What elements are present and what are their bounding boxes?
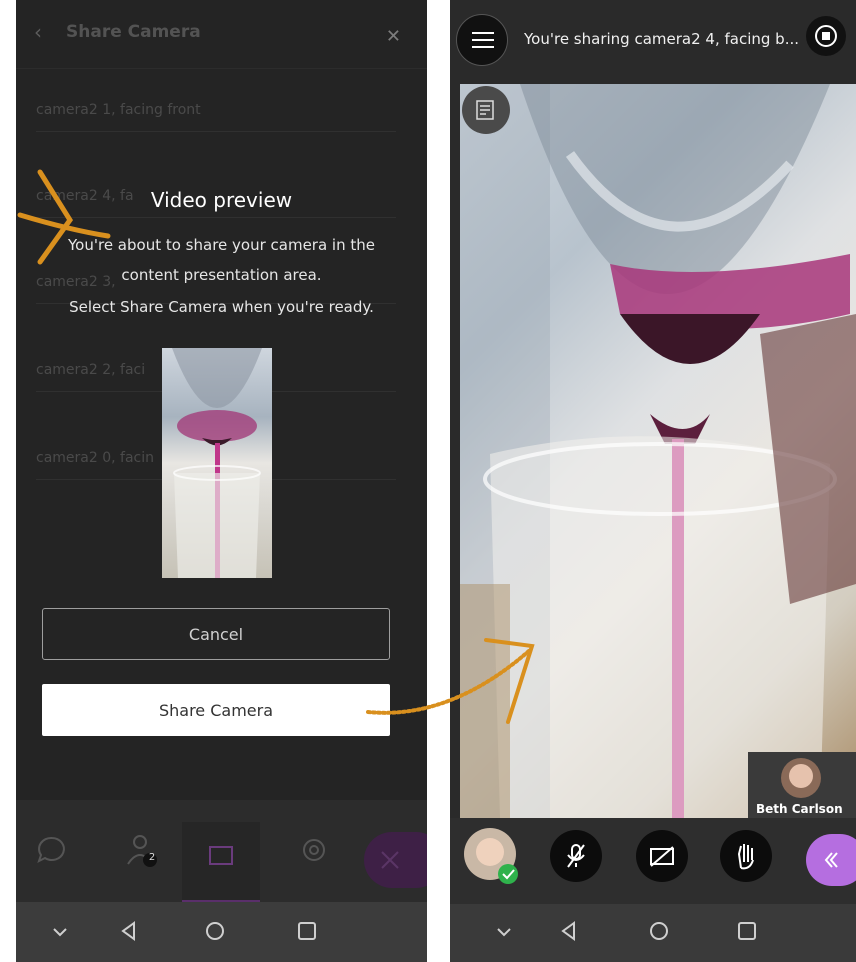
dialog-text-line: You're about to share your camera in the bbox=[68, 236, 375, 254]
collapse-icon bbox=[824, 852, 838, 868]
raise-hand-button[interactable] bbox=[720, 830, 772, 882]
camera-toggle-button[interactable] bbox=[636, 830, 688, 882]
session-top-bar: You're sharing camera2 4, facing b... bbox=[450, 0, 856, 82]
cancel-button[interactable]: Cancel bbox=[42, 608, 390, 660]
dialog-text-line: content presentation area. bbox=[121, 266, 322, 284]
captions-button[interactable] bbox=[462, 86, 510, 134]
share-camera-button[interactable]: Share Camera bbox=[42, 684, 390, 736]
nav-back-icon[interactable] bbox=[558, 920, 580, 942]
nav-down-icon[interactable] bbox=[494, 922, 514, 942]
leave-icon bbox=[381, 851, 399, 869]
leave-session-button[interactable] bbox=[364, 832, 427, 888]
participant-tile[interactable]: Beth Carlson bbox=[748, 752, 856, 820]
share-content-tab[interactable] bbox=[182, 822, 260, 903]
participant-avatar bbox=[781, 758, 821, 798]
video-preview-dialog: Video preview You're about to share your… bbox=[16, 0, 427, 800]
hamburger-icon-line bbox=[472, 39, 494, 41]
mic-toggle-button[interactable] bbox=[550, 830, 602, 882]
participants-icon[interactable] bbox=[120, 830, 160, 870]
preview-glass-illustration bbox=[172, 348, 262, 578]
left-phone: ‹ Share Camera ✕ camera2 1, facing front… bbox=[16, 0, 427, 962]
raise-hand-icon bbox=[737, 844, 754, 870]
camera-feed-glass-illustration bbox=[460, 84, 856, 818]
share-content-icon bbox=[209, 846, 233, 865]
avatar bbox=[464, 828, 518, 884]
system-nav-bar bbox=[16, 902, 427, 962]
captions-icon bbox=[476, 100, 494, 120]
chat-icon[interactable] bbox=[32, 830, 72, 870]
participants-badge: 2 bbox=[148, 852, 156, 863]
hamburger-icon bbox=[472, 32, 494, 34]
system-nav-bar bbox=[450, 904, 856, 962]
sharing-status-text: You're sharing camera2 4, facing b... bbox=[524, 30, 799, 48]
nav-down-icon[interactable] bbox=[50, 922, 70, 942]
nav-recents-icon[interactable] bbox=[736, 920, 758, 942]
menu-button[interactable] bbox=[456, 14, 508, 66]
dialog-text-line: Select Share Camera when you're ready. bbox=[69, 298, 374, 316]
collapse-controls-button[interactable] bbox=[806, 834, 856, 886]
mic-off-icon bbox=[567, 844, 585, 868]
camera-preview-image bbox=[162, 348, 272, 578]
camera-off-icon bbox=[650, 846, 674, 867]
settings-icon[interactable] bbox=[294, 830, 334, 870]
nav-home-icon[interactable] bbox=[204, 920, 226, 942]
dialog-title: Video preview bbox=[150, 188, 293, 212]
shared-camera-feed bbox=[460, 84, 856, 818]
hamburger-icon-line bbox=[472, 46, 494, 48]
nav-recents-icon[interactable] bbox=[296, 920, 318, 942]
my-avatar-button[interactable] bbox=[464, 826, 518, 886]
stop-sharing-icon bbox=[815, 25, 837, 47]
nav-back-icon[interactable] bbox=[118, 920, 140, 942]
right-phone: You're sharing camera2 4, facing b... Be… bbox=[450, 0, 856, 962]
stop-sharing-button[interactable] bbox=[806, 16, 846, 56]
participant-name: Beth Carlson bbox=[756, 802, 843, 816]
nav-home-icon[interactable] bbox=[648, 920, 670, 942]
